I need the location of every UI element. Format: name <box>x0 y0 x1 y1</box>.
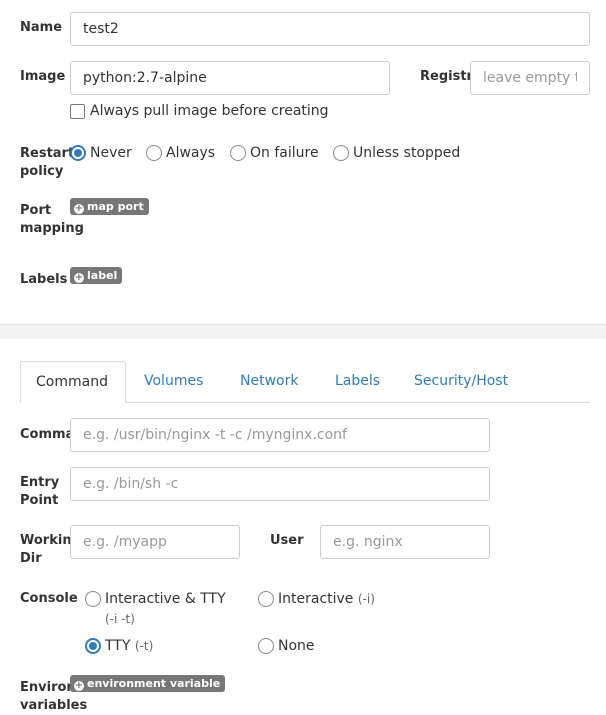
tab-command[interactable]: Command <box>20 361 126 403</box>
section-divider <box>0 324 606 339</box>
always-pull-label: Always pull image before creating <box>90 103 329 119</box>
console-interactive-radio[interactable] <box>258 591 274 607</box>
user-label: User <box>270 533 304 548</box>
console-interactive-text: Interactive <box>278 591 354 607</box>
restart-never-label: Never <box>90 145 132 161</box>
user-input[interactable] <box>320 525 490 559</box>
map-port-button[interactable]: + map port <box>70 198 149 215</box>
tab-network[interactable]: Network <box>240 373 298 389</box>
restart-always-label: Always <box>166 145 216 161</box>
console-tty-hint: (-t) <box>134 639 154 653</box>
working-dir-label-line2: Dir <box>20 551 42 566</box>
labels-label: Labels <box>20 272 68 287</box>
image-label: Image <box>20 69 66 84</box>
console-tty-text: TTY <box>105 638 131 654</box>
console-interactive-tty-hint: (-i -t) <box>105 612 135 626</box>
restart-policy-label-line2: policy <box>20 164 64 179</box>
port-mapping-label-line1: Port <box>20 203 52 218</box>
plus-circle-icon: + <box>74 203 84 214</box>
tab-volumes[interactable]: Volumes <box>144 373 203 389</box>
add-label-button-label: label <box>87 269 118 282</box>
console-interactive-hint: (-i) <box>357 592 375 606</box>
registry-label: Registry <box>420 69 472 84</box>
working-dir-input[interactable] <box>70 525 240 559</box>
entry-point-label-line2: Point <box>20 493 59 508</box>
restart-policy-label-line1: Restart <box>20 146 75 161</box>
tab-labels[interactable]: Labels <box>335 373 380 389</box>
add-label-button[interactable]: + label <box>70 267 123 284</box>
console-tty-radio[interactable] <box>85 638 101 654</box>
port-mapping-label-line2: mapping <box>20 221 84 236</box>
env-label-line1: Environment <box>20 680 72 695</box>
console-label: Console <box>20 591 78 606</box>
console-interactive-label: Interactive (-i) <box>278 591 375 607</box>
entry-point-input[interactable] <box>70 467 490 501</box>
restart-never-radio[interactable] <box>70 145 86 161</box>
console-tty-label: TTY (-t) <box>105 638 153 654</box>
entry-point-label-line1: Entry <box>20 475 60 490</box>
plus-circle-icon: + <box>74 680 84 691</box>
always-pull-checkbox[interactable] <box>70 104 85 119</box>
restart-on-failure-label: On failure <box>250 145 319 161</box>
restart-on-failure-radio[interactable] <box>230 145 246 161</box>
env-label-line2: variables <box>20 698 88 713</box>
restart-always-radio[interactable] <box>146 145 162 161</box>
plus-circle-icon: + <box>74 272 84 283</box>
add-environment-variable-button[interactable]: + environment variable <box>70 675 226 692</box>
add-environment-variable-label: environment variable <box>87 677 221 690</box>
console-interactive-tty-label: Interactive & TTY <box>105 591 226 607</box>
command-label: Command <box>20 427 72 442</box>
console-none-radio[interactable] <box>258 638 274 654</box>
registry-input[interactable] <box>470 61 590 95</box>
command-input[interactable] <box>70 418 490 452</box>
console-none-label: None <box>278 638 315 654</box>
name-label: Name <box>20 20 63 35</box>
name-input[interactable] <box>70 12 590 46</box>
restart-unless-stopped-radio[interactable] <box>333 145 349 161</box>
working-dir-label-line1: Working <box>20 533 72 548</box>
image-input[interactable] <box>70 61 390 95</box>
map-port-button-label: map port <box>87 200 144 213</box>
console-interactive-tty-radio[interactable] <box>85 591 101 607</box>
restart-unless-stopped-label: Unless stopped <box>353 145 461 161</box>
tab-security-host[interactable]: Security/Host <box>414 373 508 389</box>
